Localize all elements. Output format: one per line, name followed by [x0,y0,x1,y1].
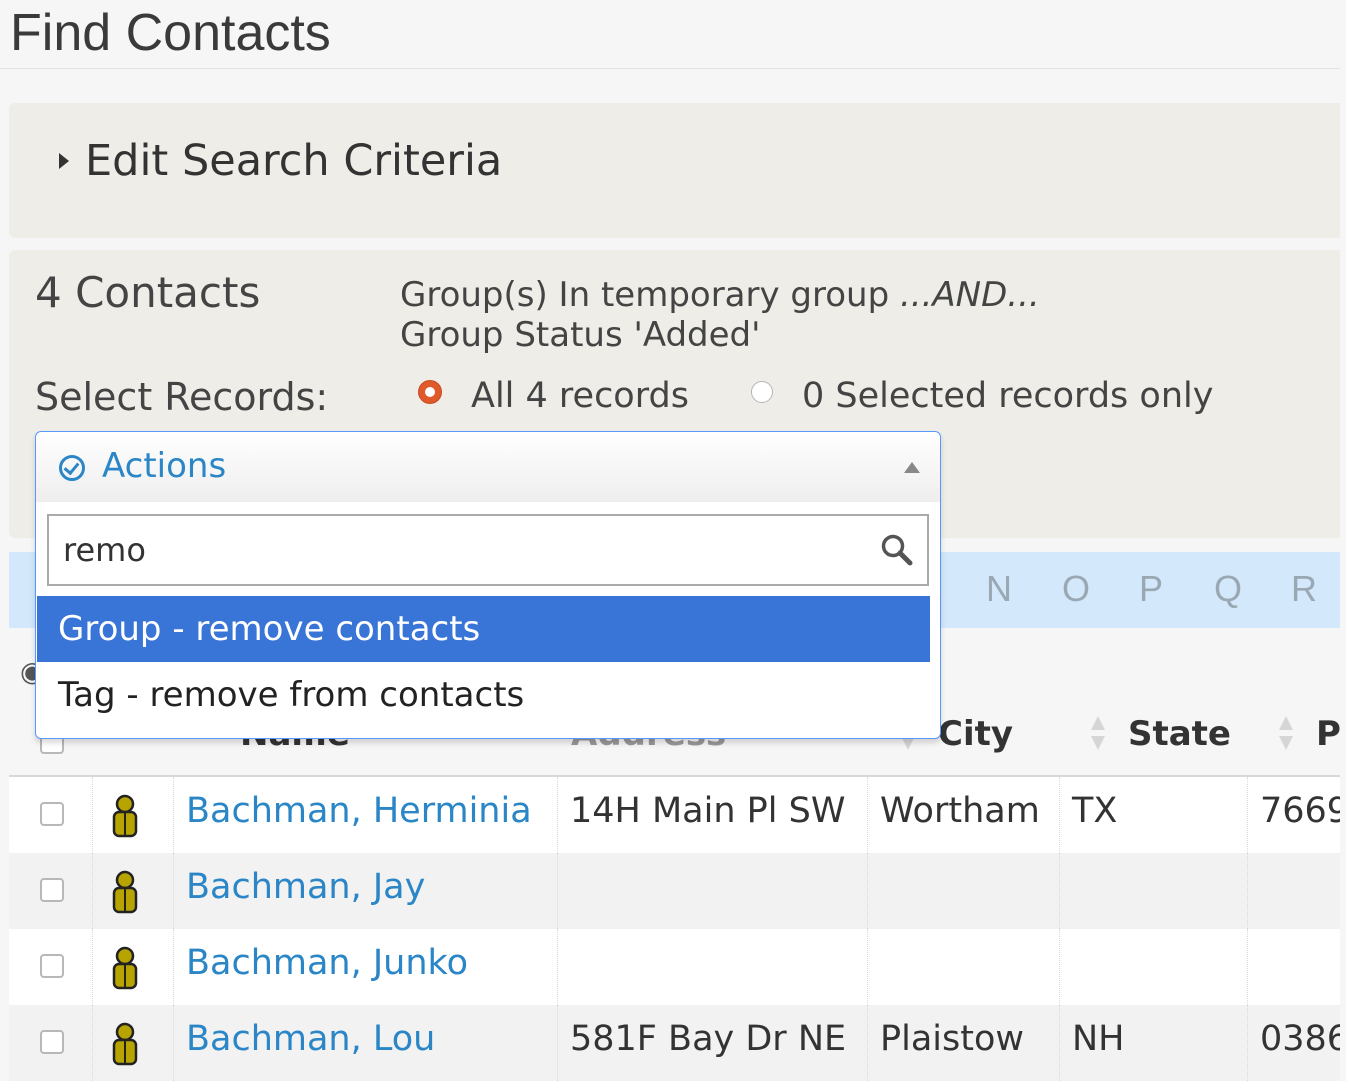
select-records-label: Select Records: [35,375,329,419]
header-city[interactable]: City [938,714,1013,754]
cell-state: TX [1072,791,1118,831]
row-checkbox[interactable] [40,878,64,902]
cell-city: Wortham [880,791,1040,831]
radio-all-records[interactable] [419,381,441,403]
contact-person-icon [112,1022,138,1066]
table-row: Bachman, Lou 581F Bay Dr NE Plaistow NH … [9,1005,1340,1081]
contact-name-link[interactable]: Bachman, Junko [186,943,468,983]
cell-city: Plaistow [880,1019,1024,1059]
table-row: Bachman, Junko [9,929,1340,1005]
header-state[interactable]: State [1128,714,1231,754]
radio-selected-records-label: 0 Selected records only [802,376,1214,416]
contact-name-link[interactable]: Bachman, Herminia [186,791,532,831]
row-checkbox[interactable] [40,954,64,978]
cell-address: 14H Main Pl SW [570,791,846,831]
sort-state-icon[interactable] [1091,716,1105,754]
contact-person-icon [112,870,138,914]
actions-search-box [47,514,929,586]
query-line-2: Group Status 'Added' [400,315,761,355]
cell-postal: 03865 [1260,1019,1340,1059]
edit-search-criteria-label: Edit Search Criteria [85,136,503,186]
action-option-group-remove-contacts[interactable]: Group - remove contacts [37,596,930,662]
sort-postal-icon[interactable] [1279,716,1293,754]
contacts-table-body: Bachman, Herminia 14H Main Pl SW Wortham… [9,777,1340,1081]
search-icon [881,534,913,566]
header-postal[interactable]: P [1316,714,1341,754]
contact-name-link[interactable]: Bachman, Jay [186,867,425,907]
alpha-letter-q[interactable]: Q [1214,568,1242,610]
alpha-letter-o[interactable]: O [1062,568,1090,610]
query-line-1: Group(s) In temporary group [400,275,900,315]
alpha-letter-p[interactable]: P [1139,568,1163,610]
row-checkbox[interactable] [40,1030,64,1054]
actions-dropdown: Actions Group - remove contacts Tag - re… [35,431,941,739]
contact-person-icon [112,794,138,838]
query-description: Group(s) In temporary group ...AND... Gr… [400,275,1040,355]
contact-count: 4 Contacts [35,268,261,317]
query-and: ...AND... [899,275,1040,315]
check-circle-icon [59,455,85,481]
radio-all-records-label: All 4 records [471,376,689,416]
actions-search-input[interactable] [49,516,869,584]
expand-triangle-icon [59,153,69,169]
contact-person-icon [112,946,138,990]
radio-selected-records[interactable] [751,381,773,403]
cell-state: NH [1072,1019,1125,1059]
alpha-letter-n[interactable]: N [986,568,1012,610]
table-row: Bachman, Jay [9,853,1340,929]
table-row: Bachman, Herminia 14H Main Pl SW Wortham… [9,777,1340,853]
page-title: Find Contacts [10,4,331,62]
title-divider [0,68,1340,69]
alpha-letter-r[interactable]: R [1291,568,1317,610]
edit-search-criteria-toggle[interactable]: Edit Search Criteria [59,133,502,189]
row-checkbox[interactable] [40,802,64,826]
search-criteria-panel: Edit Search Criteria [9,103,1340,238]
actions-label: Actions [102,446,227,486]
caret-up-icon [904,462,920,473]
cell-postal: 76693 [1260,791,1340,831]
contact-name-link[interactable]: Bachman, Lou [186,1019,435,1059]
actions-dropdown-toggle[interactable]: Actions [36,432,940,502]
cell-address: 581F Bay Dr NE [570,1019,847,1059]
action-option-tag-remove-from-contacts[interactable]: Tag - remove from contacts [37,662,930,728]
